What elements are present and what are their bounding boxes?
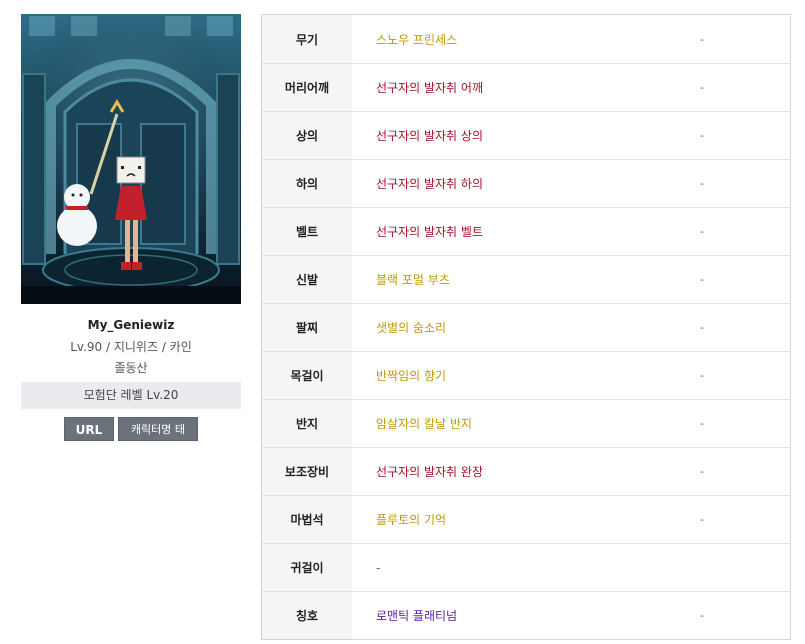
equipment-row: 벨트 선구자의 발자취 벨트 - <box>262 207 790 255</box>
equipment-row: 하의 선구자의 발자취 하의 - <box>262 159 790 207</box>
equipment-table: 무기 스노우 프린세스 - 머리어깨 선구자의 발자취 어깨 - 상의 선구자의 발자취 상의… <box>261 14 791 640</box>
character-guild: 졸동산 <box>114 361 148 375</box>
equipment-item-name[interactable]: 암살자의 칼날 반지 <box>352 400 790 447</box>
equipment-row: 머리어깨 선구자의 발자취 어깨 - <box>262 63 790 111</box>
equipment-item-name[interactable]: 로맨틱 플래티넘 <box>352 592 790 639</box>
equipment-extra-value: - <box>700 129 704 142</box>
equipment-item-name[interactable]: 플루토의 기억 <box>352 496 790 543</box>
equipment-row: 신발 블랙 포멀 부츠 - <box>262 255 790 303</box>
equipment-extra-value: - <box>700 225 704 238</box>
equipment-slot-label: 칭호 <box>262 592 352 639</box>
equipment-slot-label: 보조장비 <box>262 448 352 495</box>
equipment-row: 무기 스노우 프린세스 - <box>262 15 790 63</box>
equipment-extra-value: - <box>700 609 704 622</box>
equipment-slot-label: 귀걸이 <box>262 544 352 591</box>
equipment-row: 팔찌 샛별의 숨소리 - <box>262 303 790 351</box>
equipment-item-name[interactable]: 선구자의 발자취 상의 <box>352 112 790 159</box>
equipment-extra-value: - <box>700 417 704 430</box>
equipment-item-name: - <box>376 560 381 575</box>
equipment-item-name[interactable]: 선구자의 발자취 완장 <box>352 448 790 495</box>
profile-actions: URL 캐릭터명 태그 <box>21 417 241 460</box>
character-profile: My_Geniewiz Lv.90 / 지니위즈 / 카인 졸동산 모험단 레벨… <box>21 14 241 460</box>
equipment-row: 마법석 플루토의 기억 - <box>262 495 790 543</box>
equipment-slot-label: 목걸이 <box>262 352 352 399</box>
equipment-row: 보조장비 선구자의 발자취 완장 - <box>262 447 790 495</box>
character-level-class-server: Lv.90 / 지니위즈 / 카인 <box>70 340 192 354</box>
equipment-slot-label: 상의 <box>262 112 352 159</box>
equipment-slot-label: 신발 <box>262 256 352 303</box>
equipment-slot-label: 머리어깨 <box>262 64 352 111</box>
equipment-item-name[interactable]: 스노우 프린세스 <box>352 15 790 63</box>
equipment-extra-value: - <box>700 32 704 46</box>
equipment-item-name[interactable]: 선구자의 발자취 벨트 <box>352 208 790 255</box>
equipment-row: 목걸이 반짝임의 향기 - <box>262 351 790 399</box>
equipment-item-name[interactable]: 반짝임의 향기 <box>352 352 790 399</box>
equipment-item-name[interactable]: 샛별의 숨소리 <box>352 304 790 351</box>
equipment-extra-value: - <box>700 369 704 382</box>
equipment-slot-label: 마법석 <box>262 496 352 543</box>
equipment-row: 칭호 로맨틱 플래티넘 - <box>262 591 790 639</box>
character-name-tag-button[interactable]: 캐릭터명 태그 <box>118 417 198 460</box>
equipment-slot-label: 하의 <box>262 160 352 207</box>
equipment-row: 반지 암살자의 칼날 반지 - <box>262 399 790 447</box>
equipment-item-name[interactable]: 선구자의 발자취 어깨 <box>352 64 790 111</box>
equipment-slot-label: 벨트 <box>262 208 352 255</box>
equipment-row: 귀걸이 - <box>262 543 790 591</box>
equipment-extra-value: - <box>700 321 704 334</box>
url-button[interactable]: URL <box>64 417 114 441</box>
character-portrait <box>21 14 241 304</box>
equipment-slot-label: 팔찌 <box>262 304 352 351</box>
adventure-level: 모험단 레벨 Lv.20 <box>21 382 241 409</box>
character-name: My_Geniewiz <box>87 318 175 332</box>
equipment-row: 상의 선구자의 발자취 상의 - <box>262 111 790 159</box>
equipment-slot-label: 무기 <box>262 15 352 63</box>
equipment-slot-label: 반지 <box>262 400 352 447</box>
equipment-extra-value: - <box>700 177 704 190</box>
equipment-extra-value: - <box>700 273 704 286</box>
equipment-item-name[interactable]: 블랙 포멀 부츠 <box>352 256 790 303</box>
equipment-item-name[interactable]: 선구자의 발자취 하의 <box>352 160 790 207</box>
equipment-extra-value: - <box>700 465 704 478</box>
equipment-extra-value: - <box>700 81 704 94</box>
equipment-extra-value: - <box>700 513 704 526</box>
